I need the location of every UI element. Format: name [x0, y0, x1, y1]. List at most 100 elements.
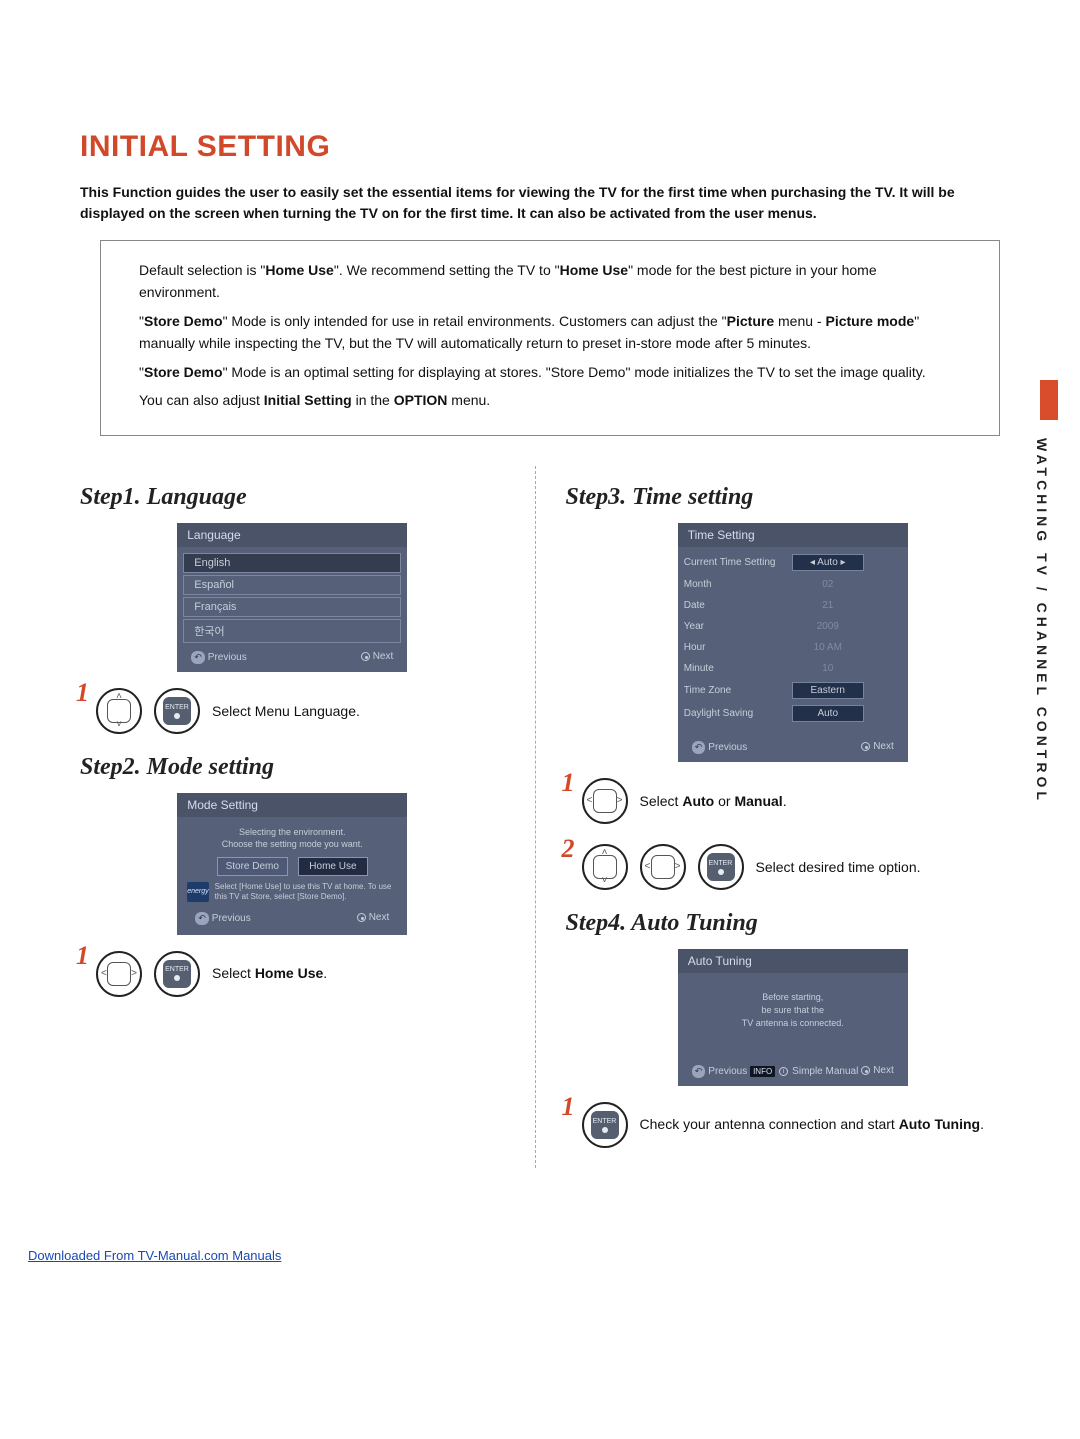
auto-tuning-panel: Auto Tuning Before starting, be sure tha… — [678, 949, 908, 1086]
side-tab-marker — [1040, 380, 1058, 420]
mode-instruction: 1 ˂ ˃ ENTER Select Home Use. — [80, 951, 505, 997]
time-row: Daylight SavingAuto — [684, 702, 902, 725]
instruction-text: Select Menu Language. — [212, 702, 360, 722]
step4-heading: Step4. Auto Tuning — [566, 910, 1020, 937]
mode-panel-title: Mode Setting — [177, 793, 407, 817]
back-icon: ↶ — [191, 651, 205, 664]
ok-icon — [861, 1066, 870, 1075]
time-row-value: 10 — [792, 661, 864, 676]
infobox-p1: Default selection is "Home Use". We reco… — [139, 259, 961, 304]
dpad-leftright-icon: ˂ ˃ — [582, 778, 628, 824]
step2-heading: Step2. Mode setting — [80, 754, 505, 781]
language-option-francais[interactable]: Français — [183, 597, 401, 617]
instruction-text: Select Auto or Manual. — [640, 792, 787, 812]
time-row-key: Year — [684, 621, 792, 632]
language-option-espanol[interactable]: Español — [183, 575, 401, 595]
language-option-korean[interactable]: 한국어 — [183, 619, 401, 643]
infobox-p2: "Store Demo" Mode is only intended for u… — [139, 310, 961, 355]
time-panel: Time Setting Current Time Setting◂ Auto … — [678, 523, 908, 762]
previous-button[interactable]: ↶Previous — [195, 912, 250, 925]
dpad-updown-icon: ˄ ˅ — [96, 688, 142, 734]
previous-button[interactable]: ↶Previous — [692, 1065, 747, 1078]
instruction-text: Check your antenna connection and start … — [640, 1115, 984, 1135]
time-row: Minute10 — [684, 658, 902, 679]
previous-button[interactable]: ↶Previous — [191, 651, 246, 664]
time-row-key: Minute — [684, 663, 792, 674]
back-icon: ↶ — [692, 741, 706, 754]
store-demo-button[interactable]: Store Demo — [217, 857, 288, 876]
time-row-value: 21 — [792, 598, 864, 613]
mode-panel-msg: Selecting the environment. Choose the se… — [187, 827, 397, 850]
time-row: Year2009 — [684, 616, 902, 637]
mode-panel: Mode Setting Selecting the environment. … — [177, 793, 407, 934]
side-tab-text: WATCHING TV / CHANNEL CONTROL — [1034, 438, 1050, 804]
info-icon: i — [779, 1067, 788, 1076]
next-button[interactable]: Next — [861, 1065, 894, 1078]
time-instruction-1: 1 ˂ ˃ Select Auto or Manual. — [566, 778, 1020, 824]
home-use-button[interactable]: Home Use — [298, 857, 368, 876]
side-tab: WATCHING TV / CHANNEL CONTROL — [1034, 380, 1058, 880]
time-row-key: Time Zone — [684, 685, 792, 696]
language-panel-title: Language — [177, 523, 407, 547]
language-panel: Language English Español Français 한국어 ↶P… — [177, 523, 407, 672]
step-number-1: 1 — [76, 678, 89, 708]
time-row-value: 2009 — [792, 619, 864, 634]
time-row-value: 02 — [792, 577, 864, 592]
ok-icon — [861, 742, 870, 751]
time-row-value: 10 AM — [792, 640, 864, 655]
time-row-value[interactable]: Eastern — [792, 682, 864, 699]
ok-icon — [357, 913, 366, 922]
energy-star-icon: energy — [187, 882, 208, 902]
time-row: Current Time Setting◂ Auto ▸ — [684, 551, 902, 574]
time-panel-title: Time Setting — [678, 523, 908, 547]
ok-icon — [361, 652, 370, 661]
dpad-leftright-icon: ˂ ˃ — [640, 844, 686, 890]
language-instruction: 1 ˄ ˅ ENTER Select Menu Language. — [80, 688, 505, 734]
language-option-english[interactable]: English — [183, 553, 401, 573]
auto-tuning-instruction: 1 ENTER Check your antenna connection an… — [566, 1102, 1020, 1148]
time-row: Time ZoneEastern — [684, 679, 902, 702]
step-number-1: 1 — [562, 768, 575, 798]
time-row-value[interactable]: ◂ Auto ▸ — [792, 554, 864, 571]
previous-button[interactable]: ↶Previous — [692, 741, 747, 754]
infobox-p4: You can also adjust Initial Setting in t… — [139, 389, 961, 411]
time-row-key: Date — [684, 600, 792, 611]
time-row-key: Month — [684, 579, 792, 590]
next-button[interactable]: Next — [361, 651, 394, 664]
back-icon: ↶ — [195, 912, 209, 925]
back-icon: ↶ — [692, 1065, 706, 1078]
step-number-1: 1 — [562, 1092, 575, 1122]
time-row-key: Daylight Saving — [684, 708, 792, 719]
infobox-p3: "Store Demo" Mode is an optimal setting … — [139, 361, 961, 383]
info-box: Default selection is "Home Use". We reco… — [100, 240, 1000, 436]
simple-manual-button[interactable]: INFO i Simple Manual — [750, 1065, 858, 1078]
time-row-key: Current Time Setting — [684, 557, 792, 568]
mode-hint: energy Select [Home Use] to use this TV … — [187, 882, 397, 902]
auto-tuning-body: Before starting, be sure that the TV ant… — [678, 973, 908, 1055]
step-number-1: 1 — [76, 941, 89, 971]
step1-heading: Step1. Language — [80, 484, 505, 511]
language-list: English Español Français 한국어 ↶Previous N… — [177, 547, 407, 672]
enter-button-icon: ENTER — [154, 951, 200, 997]
enter-button-icon: ENTER — [154, 688, 200, 734]
next-button[interactable]: Next — [357, 912, 390, 925]
info-badge: INFO — [750, 1066, 775, 1077]
step3-heading: Step3. Time setting — [566, 484, 1020, 511]
auto-tuning-title: Auto Tuning — [678, 949, 908, 973]
instruction-text: Select desired time option. — [756, 858, 921, 878]
instruction-text: Select Home Use. — [212, 964, 327, 984]
dpad-leftright-icon: ˂ ˃ — [96, 951, 142, 997]
step-number-2: 2 — [562, 834, 575, 864]
time-row: Hour10 AM — [684, 637, 902, 658]
time-row-key: Hour — [684, 642, 792, 653]
footer-link[interactable]: Downloaded From TV-Manual.com Manuals — [28, 1248, 281, 1263]
page-title: INITIAL SETTING — [80, 130, 1020, 164]
time-instruction-2: 2 ˄ ˅ ˂ ˃ ENTER Select desired time opti… — [566, 844, 1020, 890]
next-button[interactable]: Next — [861, 741, 894, 754]
time-row: Date21 — [684, 595, 902, 616]
time-row: Month02 — [684, 574, 902, 595]
lead-paragraph: This Function guides the user to easily … — [80, 182, 1020, 224]
dpad-updown-icon: ˄ ˅ — [582, 844, 628, 890]
time-row-value[interactable]: Auto — [792, 705, 864, 722]
enter-button-icon: ENTER — [698, 844, 744, 890]
